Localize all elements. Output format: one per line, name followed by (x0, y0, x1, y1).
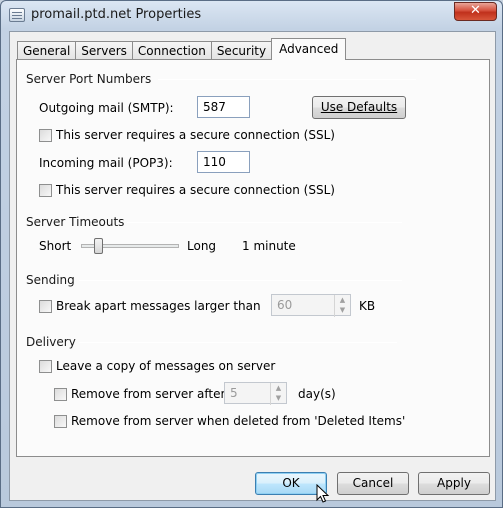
remove-after-days-value: 5 (230, 386, 238, 400)
use-defaults-button[interactable]: Use Defaults (312, 96, 406, 119)
server-timeouts-heading: Server Timeouts (26, 215, 125, 229)
remove-after-spinner[interactable]: ▲ ▼ (270, 383, 286, 405)
days-unit-label: day(s) (298, 387, 336, 401)
timeout-short-label: Short (39, 239, 72, 253)
cancel-button[interactable]: Cancel (337, 472, 409, 495)
timeout-value-label: 1 minute (242, 239, 296, 253)
title-bar[interactable]: promail.ptd.net Properties ✕ (1, 1, 502, 31)
spin-up-icon[interactable]: ▲ (271, 383, 286, 393)
properties-dialog: promail.ptd.net Properties ✕ General Ser… (0, 0, 503, 508)
remove-after-checkbox[interactable] (54, 388, 67, 401)
timeout-slider-thumb[interactable] (94, 238, 104, 254)
mouse-pointer-icon (316, 484, 330, 503)
group-divider (158, 79, 416, 80)
remove-deleted-label: Remove from server when deleted from 'De… (71, 414, 406, 428)
leave-copy-checkbox[interactable] (39, 360, 52, 373)
remove-after-days-input[interactable]: 5 ▲ ▼ (224, 382, 287, 405)
break-size-input[interactable]: 60 ▲ ▼ (271, 294, 351, 317)
group-divider (79, 342, 397, 343)
leave-copy-label: Leave a copy of messages on server (56, 359, 276, 373)
outgoing-port-input[interactable]: 587 (197, 96, 250, 118)
ssl-incoming-label: This server requires a secure connection… (56, 183, 335, 197)
tab-strip: General Servers Connection Security Adva… (17, 38, 347, 60)
timeout-long-label: Long (187, 239, 217, 253)
incoming-mail-label: Incoming mail (POP3): (39, 156, 173, 170)
incoming-port-input[interactable]: 110 (197, 151, 250, 173)
group-divider (127, 222, 402, 223)
group-divider (79, 280, 402, 281)
tab-advanced[interactable]: Advanced (271, 38, 347, 60)
delivery-heading: Delivery (26, 335, 76, 349)
tab-connection[interactable]: Connection (131, 41, 212, 60)
break-size-unit: KB (359, 299, 376, 313)
tab-servers[interactable]: Servers (75, 41, 133, 60)
break-apart-checkbox[interactable] (39, 300, 52, 313)
ssl-outgoing-checkbox[interactable] (39, 129, 52, 142)
remove-after-label: Remove from server after (71, 387, 226, 401)
dialog-client-area: General Servers Connection Security Adva… (9, 31, 496, 503)
tab-general[interactable]: General (17, 41, 77, 60)
advanced-tab-panel: Server Port Numbers Outgoing mail (SMTP)… (16, 59, 490, 457)
ssl-outgoing-label: This server requires a secure connection… (56, 128, 335, 142)
sending-heading: Sending (26, 273, 75, 287)
ssl-incoming-checkbox[interactable] (39, 184, 52, 197)
spin-down-icon[interactable]: ▼ (335, 305, 350, 315)
close-icon: ✕ (470, 3, 481, 18)
tab-security[interactable]: Security (210, 41, 273, 60)
spin-down-icon[interactable]: ▼ (271, 393, 286, 403)
close-button[interactable]: ✕ (454, 2, 497, 21)
remove-deleted-checkbox[interactable] (54, 415, 67, 428)
window-title: promail.ptd.net Properties (31, 7, 202, 22)
use-defaults-label: Use Defaults (320, 100, 398, 114)
break-size-spinner[interactable]: ▲ ▼ (334, 295, 350, 317)
outgoing-mail-label: Outgoing mail (SMTP): (39, 101, 174, 115)
break-apart-label: Break apart messages larger than (56, 299, 261, 313)
spin-up-icon[interactable]: ▲ (335, 295, 350, 305)
break-size-value: 60 (277, 298, 293, 312)
properties-window-icon (9, 8, 25, 22)
server-port-numbers-heading: Server Port Numbers (26, 72, 152, 86)
apply-button[interactable]: Apply (418, 472, 490, 495)
